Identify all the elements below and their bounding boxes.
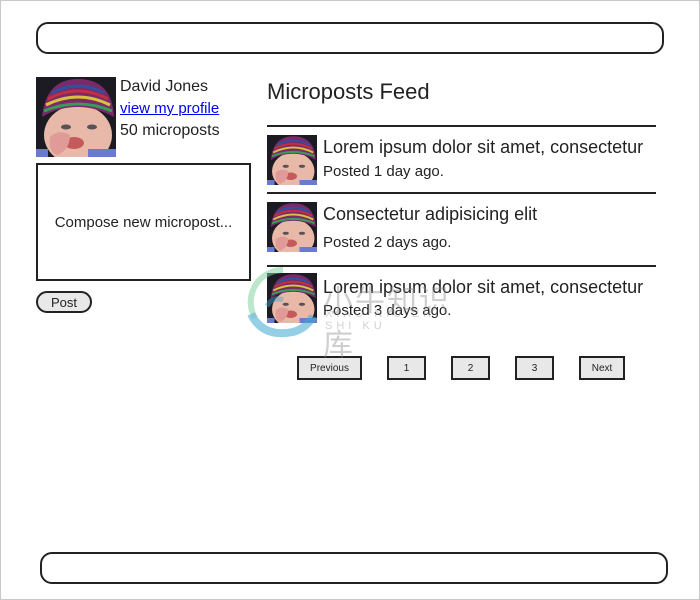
pagination-previous-button[interactable]: Previous [297,356,362,380]
feed-item: Lorem ipsum dolor sit amet, consectetur … [267,135,656,195]
post-avatar [267,273,317,323]
feed-title: Microposts Feed [267,79,430,104]
feed-item: Consectetur adipisicing elit Posted 2 da… [267,202,656,262]
user-photo-icon [36,77,116,157]
post-time: Posted 1 day ago. [323,163,444,180]
post-text: Lorem ipsum dolor sit amet, consectetur [323,137,644,157]
pagination-page-2-button[interactable]: 2 [451,356,490,380]
micropost-count: 50 microposts [120,122,220,139]
pagination-next-button[interactable]: Next [579,356,625,380]
post-button[interactable]: Post [36,291,92,313]
post-avatar [267,135,317,185]
post-text: Consectetur adipisicing elit [323,204,538,224]
pagination-page-1-button[interactable]: 1 [387,356,426,380]
user-photo-icon [267,135,317,185]
user-photo-icon [267,202,317,252]
footer-bar [40,552,668,584]
view-profile-link[interactable]: view my profile [120,100,219,117]
post-text: Lorem ipsum dolor sit amet, consectetur [323,277,644,297]
user-avatar [36,77,116,157]
post-avatar [267,202,317,252]
post-time: Posted 2 days ago. [323,234,452,251]
pagination-page-3-button[interactable]: 3 [515,356,554,380]
feed-item: Lorem ipsum dolor sit amet, consectetur … [267,273,656,333]
user-name: David Jones [120,78,209,95]
header-bar [36,22,664,54]
feed-divider [267,192,656,194]
feed-divider [267,265,656,267]
user-photo-icon [267,273,317,323]
compose-placeholder: Compose new micropost... [54,213,233,231]
post-time: Posted 3 days ago. [323,302,452,319]
compose-micropost-input[interactable]: Compose new micropost... [36,163,251,281]
feed-divider [267,125,656,127]
